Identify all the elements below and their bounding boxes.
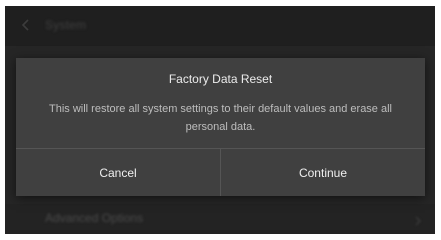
header-bar: System — [5, 6, 435, 46]
advanced-options-row[interactable]: Advanced Options — [5, 204, 435, 234]
chevron-left-icon[interactable] — [19, 18, 33, 32]
cancel-button[interactable]: Cancel — [16, 149, 220, 196]
screen: System Advanced Options Factory Data Res… — [0, 0, 441, 240]
chevron-right-icon — [413, 213, 423, 226]
dialog-button-row: Cancel Continue — [16, 149, 425, 196]
dialog-title: Factory Data Reset — [168, 72, 273, 86]
settings-screen: System Advanced Options Factory Data Res… — [5, 6, 435, 234]
factory-reset-dialog: Factory Data Reset This will restore all… — [16, 58, 425, 196]
advanced-options-label: Advanced Options — [45, 211, 144, 225]
header-title: System — [45, 18, 87, 32]
dialog-message: This will restore all system settings to… — [49, 103, 392, 133]
continue-button[interactable]: Continue — [221, 149, 425, 196]
